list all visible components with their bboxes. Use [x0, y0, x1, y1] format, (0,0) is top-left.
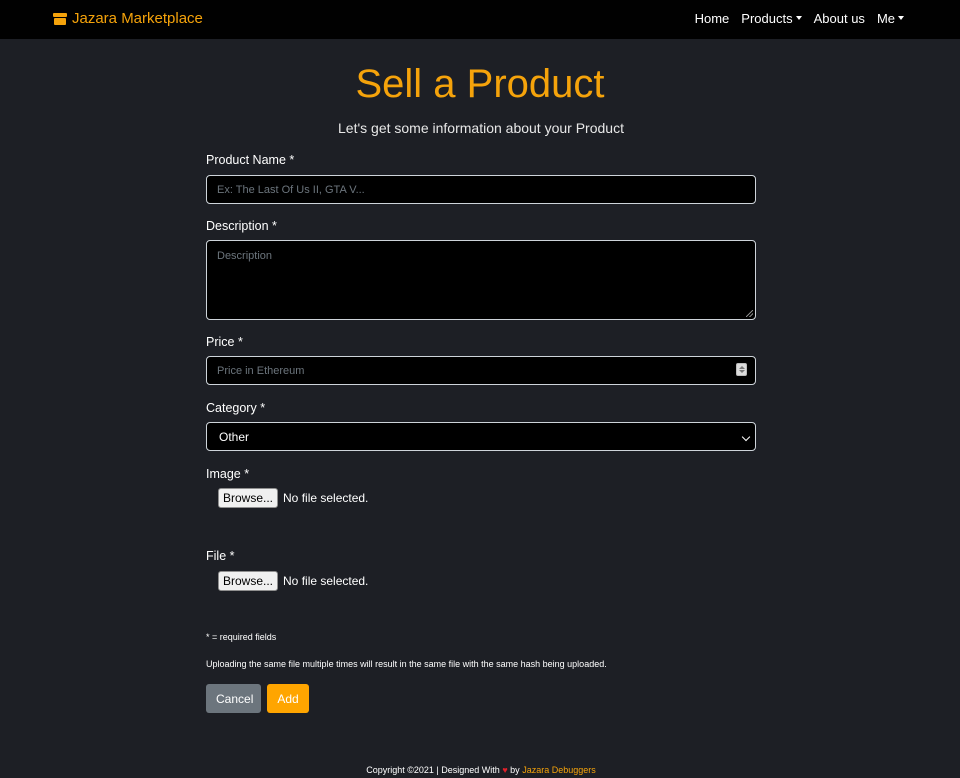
- image-label: Image *: [206, 467, 250, 481]
- nav-item-home[interactable]: Home: [695, 11, 730, 26]
- description-wrapper: [206, 240, 756, 320]
- nav-menu: Home Products About us Me: [695, 11, 904, 26]
- caret-down-icon: [795, 15, 802, 20]
- description-label: Description *: [206, 219, 277, 233]
- file-label: File *: [206, 549, 235, 563]
- chevron-down-icon: [741, 432, 751, 442]
- number-spinner-icon[interactable]: [736, 363, 747, 376]
- nav-item-me[interactable]: Me: [877, 11, 904, 26]
- nav-item-label: Home: [694, 11, 730, 26]
- price-wrapper: [206, 356, 756, 385]
- category-select[interactable]: Other: [206, 422, 756, 451]
- file-file-status: No file selected.: [283, 574, 369, 588]
- image-file-status: No file selected.: [283, 491, 369, 505]
- image-browse-button[interactable]: Browse...: [218, 488, 279, 508]
- file-browse-button[interactable]: Browse...: [218, 571, 279, 591]
- category-selected-value: Other: [219, 429, 250, 444]
- footer: Copyright ©2021 | Designed With ♥ by Jaz…: [0, 765, 960, 775]
- footer-copyright: Copyright ©2021 | Designed With: [366, 765, 500, 775]
- nav-item-products[interactable]: Products: [741, 11, 802, 26]
- footer-by: by: [510, 765, 520, 775]
- nav-item-label: Me: [876, 11, 895, 26]
- price-input[interactable]: [206, 356, 756, 385]
- page-title: Sell a Product: [355, 62, 605, 106]
- navbar: Jazara Marketplace Home Products About u…: [0, 0, 960, 39]
- author-link[interactable]: Jazara Debuggers: [522, 765, 596, 775]
- caret-down-icon: [898, 15, 904, 20]
- brand-link[interactable]: Jazara Marketplace: [53, 10, 203, 27]
- page-subtitle: Let's get some information about your Pr…: [338, 120, 624, 136]
- category-label: Category *: [206, 401, 266, 415]
- resize-grip-icon[interactable]: [746, 310, 753, 317]
- price-label: Price *: [206, 335, 243, 349]
- upload-note: Uploading the same file multiple times w…: [206, 659, 607, 669]
- file-file-input: Browse... No file selected.: [218, 571, 368, 591]
- nav-item-label: About us: [813, 11, 865, 26]
- image-file-input: Browse... No file selected.: [218, 488, 368, 508]
- product-name-label: Product Name *: [206, 153, 295, 167]
- brand-label: Jazara Marketplace: [72, 10, 203, 27]
- description-textarea[interactable]: [206, 240, 756, 320]
- required-fields-note: * = required fields: [206, 632, 277, 642]
- nav-item-label: Products: [741, 11, 793, 26]
- store-icon: [53, 12, 67, 25]
- nav-item-about-us[interactable]: About us: [814, 11, 865, 26]
- cancel-button[interactable]: Cancel: [206, 684, 261, 713]
- product-name-input[interactable]: [206, 175, 756, 204]
- add-button[interactable]: Add: [267, 684, 309, 713]
- heart-icon: ♥: [502, 765, 508, 775]
